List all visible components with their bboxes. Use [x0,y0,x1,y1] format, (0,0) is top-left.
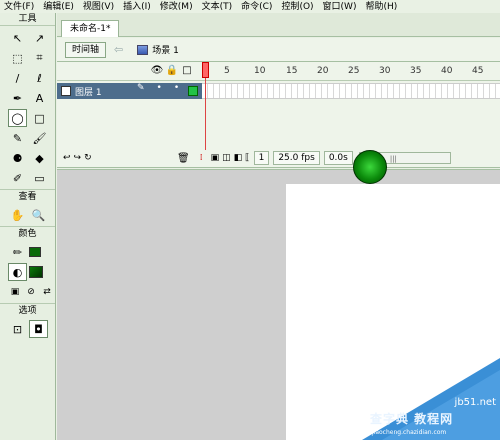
edit-multiple-frames-icon[interactable]: ◧ [234,153,243,163]
ruler-tick: 40 [441,66,453,76]
color-section-label: 颜色 [0,226,55,241]
pen-tool-icon[interactable]: ✒ [8,89,27,107]
document-tab-bar: 未命名-1* [57,13,500,37]
rectangle-tool-icon[interactable]: □ [30,109,49,127]
scene-icon [137,44,149,55]
stroke-color-swatch[interactable] [29,247,41,257]
ruler-tick: 25 [348,66,360,76]
pencil-tool-icon[interactable]: ✎ [8,129,27,147]
menu-edit[interactable]: 编辑(E) [43,1,74,13]
tool-grid: ↖ ↗ ⬚ ⌗ / ℓ ✒ A ◯ □ ✎ 🖌 ⚈ ◆ ✐ ▭ [0,26,55,189]
ink-bottle-tool-icon[interactable]: ⚈ [8,149,27,167]
watermark-url: jiaocheng.chazidian.com [372,429,447,436]
ruler-tick: 15 [286,66,298,76]
menu-insert[interactable]: 插入(I) [123,1,151,13]
lock-layers-icon[interactable]: 🔒 [166,65,178,76]
timeline-footer: ↩ ↪ ↻ 🗑 ⁞ ▣ ◫ ◧ ⟦ 1 25.0 fps 0.0s ◂ ||| [57,148,500,168]
eraser-tool-icon[interactable]: ▭ [30,169,49,187]
onion-skin-icon[interactable]: ▣ [211,153,220,163]
gradient-transform-tool-icon[interactable]: ⌗ [30,49,49,67]
menu-control[interactable]: 控制(O) [281,1,313,13]
pencil-edit-icon: ✎ [137,83,145,93]
subselection-tool-icon[interactable]: ↗ [30,29,49,47]
menu-file[interactable]: 文件(F) [4,1,34,13]
toolbox-panel: 工具 ↖ ↗ ⬚ ⌗ / ℓ ✒ A ◯ □ ✎ 🖌 ⚈ ◆ ✐ ▭ 查看 ✋ … [0,13,56,440]
document-tab[interactable]: 未命名-1* [61,20,120,37]
trash-icon[interactable]: 🗑 [177,153,190,164]
menu-bar: 文件(F) 编辑(E) 视图(V) 插入(I) 修改(M) 文本(T) 命令(C… [0,0,500,13]
menu-view[interactable]: 视图(V) [83,1,114,13]
default-colors-icon[interactable]: ▣ [8,283,22,301]
zoom-tool-icon[interactable]: 🔍 [29,206,48,224]
frame-cells[interactable] [202,83,500,99]
frame-rate-field[interactable]: 25.0 fps [273,151,320,165]
back-arrow-icon[interactable]: ⇦ [114,43,123,56]
menu-text[interactable]: 文本(T) [202,1,233,13]
layer-name: 图层 1 [75,87,102,98]
ruler-tick: 20 [317,66,329,76]
fill-color-icon[interactable]: ◐ [8,263,27,281]
paint-bucket-tool-icon[interactable]: ◆ [30,149,49,167]
scroll-grip[interactable]: ||| [390,155,397,163]
current-frame-field[interactable]: 1 [253,151,270,165]
outline-layers-icon[interactable]: □ [182,65,192,76]
layer-page-icon [61,86,71,96]
free-transform-tool-icon[interactable]: ⬚ [8,49,27,67]
menu-commands[interactable]: 命令(C) [241,1,272,13]
layer-row[interactable]: 图层 1 ✎ • • [57,83,202,99]
ruler-tick: 5 [224,66,230,76]
visibility-dot[interactable]: • [157,83,162,93]
view-section-label: 查看 [0,189,55,204]
frame-ruler[interactable]: 5 10 15 20 25 30 35 40 45 [202,62,500,81]
selection-tool-icon[interactable]: ↖ [8,29,27,47]
ruler-tick: 45 [472,66,484,76]
ruler-tick: 35 [410,66,422,76]
modify-markers-icon[interactable]: ⟦ [245,153,249,163]
hand-tool-icon[interactable]: ✋ [8,206,27,224]
insert-folder-icon[interactable]: ↻ [84,153,92,163]
timeline-toggle-button[interactable]: 时间轴 [65,41,107,58]
menu-window[interactable]: 窗口(W) [323,1,357,13]
watermark-title: 查字典 教程网 [370,412,454,426]
menu-help[interactable]: 帮助(H) [365,1,397,13]
elapsed-time-field: 0.0s [323,151,353,165]
fill-color-swatch[interactable] [29,266,43,278]
menu-modify[interactable]: 修改(M) [160,1,193,13]
insert-layer-icon[interactable]: ↩ [63,153,71,163]
brush-tool-icon[interactable]: 🖌 [30,129,49,147]
text-tool-icon[interactable]: A [30,89,49,107]
stroke-color-icon[interactable]: ✏ [8,243,27,261]
object-drawing-icon[interactable]: ⊡ [8,320,27,338]
toolbox-title: 工具 [0,13,55,26]
options-section-label: 选项 [0,303,55,318]
scene-breadcrumb[interactable]: 场景 1 [137,43,179,56]
green-ball-shape[interactable] [353,150,387,184]
ruler-tick: 30 [379,66,391,76]
lasso-tool-icon[interactable]: ℓ [30,69,49,87]
timeline-header: 👁 🔒 □ 5 10 15 20 25 30 35 40 45 [57,62,500,81]
scene-label: 场景 1 [152,46,179,56]
center-frame-icon[interactable]: ⁞ [200,153,203,163]
show-hide-layers-icon[interactable]: 👁 [151,65,164,76]
eyedropper-tool-icon[interactable]: ✐ [8,169,27,187]
line-tool-icon[interactable]: / [8,69,27,87]
edit-bar: 时间轴 ⇦ 场景 1 [57,38,500,62]
lock-dot[interactable]: • [174,83,179,93]
snap-magnet-icon[interactable]: ◘ [29,320,48,338]
add-guide-layer-icon[interactable]: ↪ [74,153,82,163]
onion-outline-icon[interactable]: ◫ [222,153,231,163]
watermark-site: jb51.net [454,397,496,408]
layer-outline-color[interactable] [188,86,198,96]
timeline-panel: 👁 🔒 □ 5 10 15 20 25 30 35 40 45 图层 1 ✎ •… [57,62,500,168]
no-color-icon[interactable]: ⊘ [24,283,38,301]
swap-colors-icon[interactable]: ⇄ [40,283,54,301]
oval-tool-icon[interactable]: ◯ [8,109,27,127]
ruler-tick: 10 [254,66,266,76]
